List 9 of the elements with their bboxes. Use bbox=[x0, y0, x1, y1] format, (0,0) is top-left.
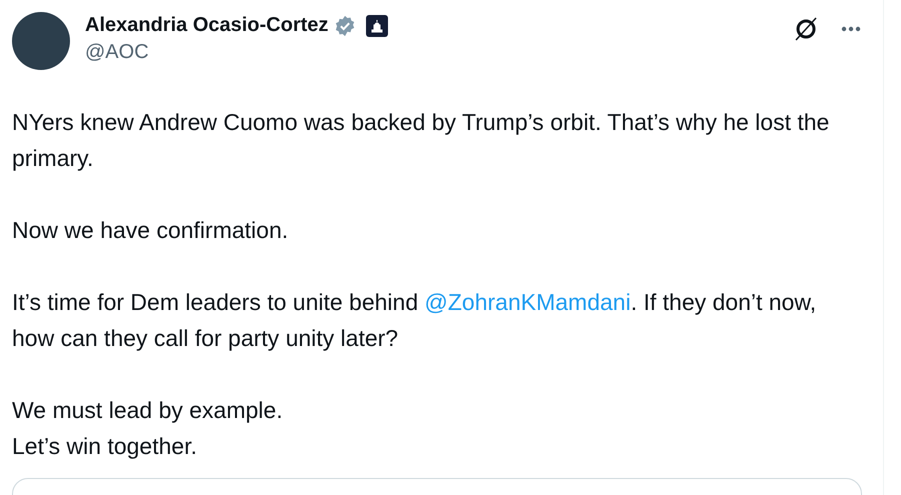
capitol-badge-icon bbox=[366, 14, 388, 36]
tweet-text: We must lead by example. Let’s win together. bbox=[12, 396, 284, 461]
more-options-icon[interactable] bbox=[841, 26, 861, 32]
author-handle[interactable]: @AOC bbox=[85, 41, 778, 64]
author-name[interactable]: Alexandria Ocasio-Cortez bbox=[85, 14, 328, 37]
tweet-text: Now we have confirmation. bbox=[12, 216, 290, 245]
slashed-circle-icon[interactable] bbox=[793, 16, 819, 42]
tweet-text: NYers knew Andrew Cuomo was backed by Trump’s orbit. That’s why he lost the primary. bbox=[12, 108, 830, 173]
tweet-text: It’s time for Dem leaders to unite behind @ZohranKMamdani. If they don’t now, how can they call for party unity later? bbox=[12, 288, 818, 353]
